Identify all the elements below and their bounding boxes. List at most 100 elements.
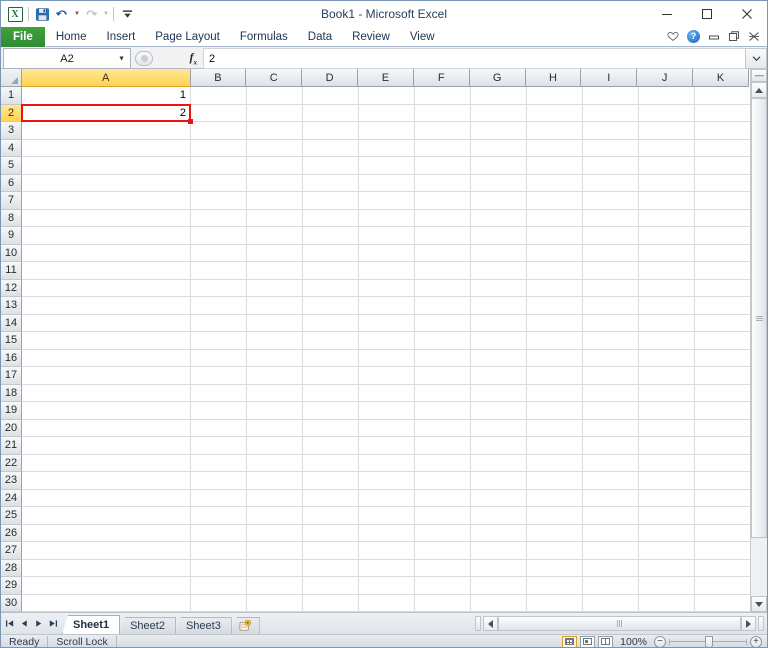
cell-E12[interactable] bbox=[359, 279, 415, 297]
cell-G16[interactable] bbox=[471, 349, 527, 367]
cell-A1[interactable]: 1 bbox=[22, 87, 191, 105]
cell-F5[interactable] bbox=[415, 157, 471, 175]
cell-A18[interactable] bbox=[22, 384, 191, 402]
cell-J12[interactable] bbox=[639, 279, 695, 297]
cell-E14[interactable] bbox=[359, 314, 415, 332]
cell-C22[interactable] bbox=[247, 454, 303, 472]
cell-H27[interactable] bbox=[527, 542, 583, 560]
cell-G20[interactable] bbox=[471, 419, 527, 437]
cell-E1[interactable] bbox=[359, 87, 415, 105]
fill-handle[interactable] bbox=[188, 119, 193, 124]
cell-E10[interactable] bbox=[359, 244, 415, 262]
cell-G22[interactable] bbox=[471, 454, 527, 472]
cell-G24[interactable] bbox=[471, 489, 527, 507]
scroll-down-button[interactable] bbox=[751, 596, 767, 612]
cell-F29[interactable] bbox=[415, 577, 471, 595]
cell-E16[interactable] bbox=[359, 349, 415, 367]
cell-E23[interactable] bbox=[359, 472, 415, 490]
row-header-6[interactable]: 6 bbox=[1, 174, 22, 192]
previous-sheet-button[interactable] bbox=[18, 617, 31, 631]
cell-C7[interactable] bbox=[247, 192, 303, 210]
column-header-e[interactable]: E bbox=[358, 69, 414, 87]
cell-K22[interactable] bbox=[695, 454, 751, 472]
cell-G1[interactable] bbox=[471, 87, 527, 105]
cell-A9[interactable] bbox=[22, 227, 191, 245]
zoom-slider-handle[interactable] bbox=[705, 635, 713, 647]
cell-C8[interactable] bbox=[247, 209, 303, 227]
cell-I12[interactable] bbox=[583, 279, 639, 297]
cell-A20[interactable] bbox=[22, 419, 191, 437]
cell-C23[interactable] bbox=[247, 472, 303, 490]
cell-B11[interactable] bbox=[191, 262, 247, 280]
cell-E29[interactable] bbox=[359, 577, 415, 595]
minimize-button[interactable] bbox=[647, 2, 687, 27]
cell-H25[interactable] bbox=[527, 507, 583, 525]
cell-I23[interactable] bbox=[583, 472, 639, 490]
cell-A28[interactable] bbox=[22, 559, 191, 577]
cell-F24[interactable] bbox=[415, 489, 471, 507]
cell-F9[interactable] bbox=[415, 227, 471, 245]
cell-K5[interactable] bbox=[695, 157, 751, 175]
cell-K11[interactable] bbox=[695, 262, 751, 280]
cell-K9[interactable] bbox=[695, 227, 751, 245]
cell-C25[interactable] bbox=[247, 507, 303, 525]
vertical-scrollbar[interactable] bbox=[750, 69, 767, 612]
tab-insert[interactable]: Insert bbox=[97, 27, 146, 47]
sheet-tab-sheet3[interactable]: Sheet3 bbox=[174, 616, 232, 635]
cell-H5[interactable] bbox=[527, 157, 583, 175]
cell-G29[interactable] bbox=[471, 577, 527, 595]
cell-D30[interactable] bbox=[303, 594, 359, 612]
cell-I6[interactable] bbox=[583, 174, 639, 192]
vertical-scroll-thumb[interactable] bbox=[751, 98, 767, 538]
cell-J5[interactable] bbox=[639, 157, 695, 175]
column-header-k[interactable]: K bbox=[693, 69, 749, 87]
zoom-slider[interactable] bbox=[669, 635, 747, 647]
cell-A13[interactable] bbox=[22, 297, 191, 315]
cell-K29[interactable] bbox=[695, 577, 751, 595]
cell-H20[interactable] bbox=[527, 419, 583, 437]
cell-I27[interactable] bbox=[583, 542, 639, 560]
cell-J15[interactable] bbox=[639, 332, 695, 350]
cell-H22[interactable] bbox=[527, 454, 583, 472]
cell-B25[interactable] bbox=[191, 507, 247, 525]
row-header-17[interactable]: 17 bbox=[1, 367, 22, 385]
cell-B1[interactable] bbox=[191, 87, 247, 105]
cell-B6[interactable] bbox=[191, 174, 247, 192]
cell-E22[interactable] bbox=[359, 454, 415, 472]
cell-A21[interactable] bbox=[22, 437, 191, 455]
cell-G7[interactable] bbox=[471, 192, 527, 210]
cell-I17[interactable] bbox=[583, 367, 639, 385]
cell-I15[interactable] bbox=[583, 332, 639, 350]
save-icon[interactable] bbox=[32, 4, 52, 24]
cell-D20[interactable] bbox=[303, 419, 359, 437]
cell-D15[interactable] bbox=[303, 332, 359, 350]
cell-B24[interactable] bbox=[191, 489, 247, 507]
cell-E4[interactable] bbox=[359, 139, 415, 157]
cell-G19[interactable] bbox=[471, 402, 527, 420]
cell-G23[interactable] bbox=[471, 472, 527, 490]
cell-A23[interactable] bbox=[22, 472, 191, 490]
cell-J16[interactable] bbox=[639, 349, 695, 367]
cell-K24[interactable] bbox=[695, 489, 751, 507]
cell-J22[interactable] bbox=[639, 454, 695, 472]
cell-D24[interactable] bbox=[303, 489, 359, 507]
cell-D23[interactable] bbox=[303, 472, 359, 490]
cell-A11[interactable] bbox=[22, 262, 191, 280]
cell-G12[interactable] bbox=[471, 279, 527, 297]
row-header-24[interactable]: 24 bbox=[1, 489, 22, 507]
horizontal-scroll-thumb[interactable] bbox=[498, 616, 741, 631]
cell-H24[interactable] bbox=[527, 489, 583, 507]
cell-J9[interactable] bbox=[639, 227, 695, 245]
cell-J4[interactable] bbox=[639, 139, 695, 157]
cell-C9[interactable] bbox=[247, 227, 303, 245]
row-header-5[interactable]: 5 bbox=[1, 157, 22, 175]
cell-K20[interactable] bbox=[695, 419, 751, 437]
cell-B29[interactable] bbox=[191, 577, 247, 595]
cell-D12[interactable] bbox=[303, 279, 359, 297]
minimize-ribbon-icon[interactable] bbox=[708, 32, 720, 42]
cell-B19[interactable] bbox=[191, 402, 247, 420]
cell-E20[interactable] bbox=[359, 419, 415, 437]
cell-E15[interactable] bbox=[359, 332, 415, 350]
cell-E21[interactable] bbox=[359, 437, 415, 455]
vertical-scroll-track[interactable] bbox=[751, 538, 767, 596]
